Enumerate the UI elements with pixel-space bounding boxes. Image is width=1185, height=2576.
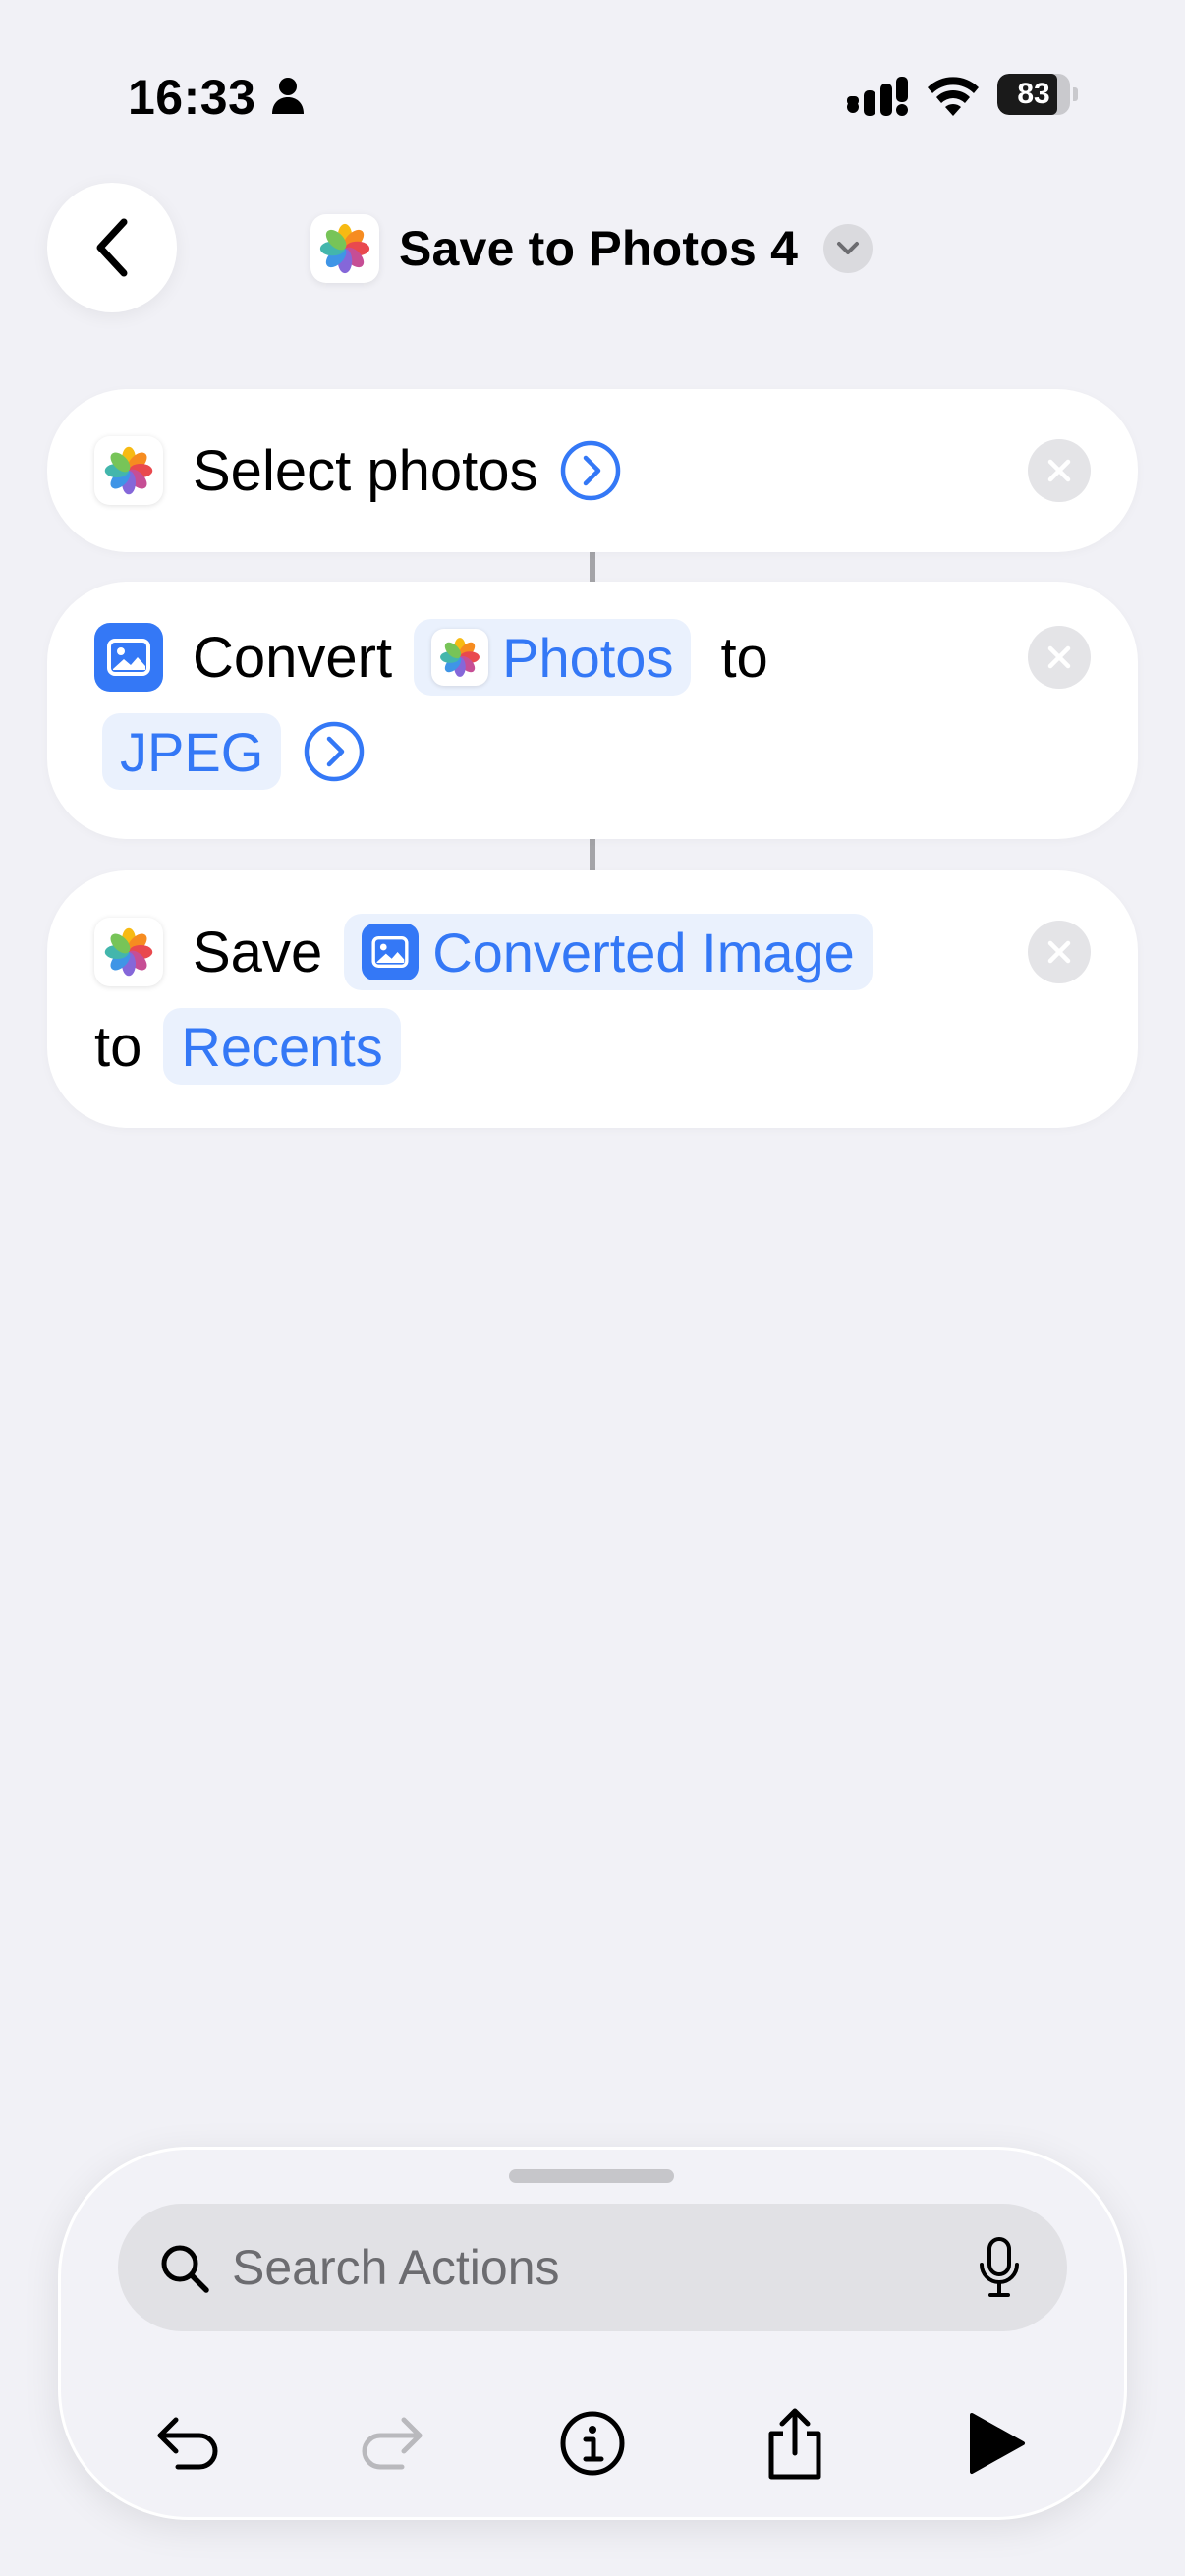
action-title: Convert (193, 625, 393, 690)
wifi-icon (928, 77, 979, 116)
chevron-right-circle-icon[interactable] (303, 720, 366, 783)
page-title: Save to Photos 4 (399, 221, 799, 276)
connector-word: to (94, 1014, 142, 1079)
person-icon (272, 78, 304, 114)
action-card-save-to-album[interactable]: Save Converted Image to Recents (47, 870, 1138, 1128)
action-connector (590, 552, 595, 582)
info-icon (560, 2411, 625, 2476)
format-token[interactable]: JPEG (102, 713, 282, 790)
action-card-select-photos[interactable]: Select photos (47, 389, 1138, 552)
status-bar: 16:33 83 (0, 0, 1185, 187)
status-time: 16:33 (128, 70, 256, 125)
photos-app-icon (94, 436, 163, 505)
search-input[interactable] (232, 2204, 979, 2331)
play-icon (970, 2413, 1025, 2474)
chevron-down-icon[interactable] (823, 224, 874, 273)
photos-app-icon (431, 629, 489, 686)
photos-app-icon (310, 214, 379, 283)
battery-level: 83 (1017, 78, 1050, 110)
connector-word: to (720, 625, 768, 690)
remove-action-button[interactable] (1028, 921, 1091, 983)
redo-icon (362, 2417, 423, 2470)
share-icon (768, 2408, 821, 2480)
search-bar[interactable] (118, 2204, 1067, 2331)
album-token[interactable]: Recents (163, 1008, 401, 1085)
close-icon (1047, 940, 1071, 964)
action-card-convert-image[interactable]: Convert Photos to JPEG (47, 582, 1138, 839)
panel-grabber[interactable] (509, 2169, 674, 2183)
microphone-icon[interactable] (977, 2237, 1022, 2298)
image-icon (362, 924, 420, 980)
photos-app-icon (94, 918, 163, 986)
redo-button[interactable] (355, 2407, 427, 2480)
action-title: Save (193, 920, 323, 984)
action-connector (590, 839, 595, 870)
input-variable-token[interactable]: Converted Image (344, 914, 873, 990)
image-icon (94, 623, 163, 692)
back-button[interactable] (47, 183, 177, 312)
close-icon (1047, 459, 1071, 482)
close-icon (1047, 645, 1071, 669)
undo-icon (157, 2417, 218, 2470)
remove-action-button[interactable] (1028, 439, 1091, 502)
undo-button[interactable] (152, 2407, 225, 2480)
info-button[interactable] (556, 2407, 629, 2480)
input-token-label: Photos (502, 626, 674, 689)
share-button[interactable] (759, 2407, 831, 2480)
chevron-right-circle-icon[interactable] (559, 439, 622, 502)
action-title: Select photos (193, 438, 538, 503)
actions-panel (61, 2150, 1124, 2517)
battery-icon: 83 (997, 74, 1078, 115)
chevron-left-icon (96, 218, 128, 277)
remove-action-button[interactable] (1028, 626, 1091, 689)
search-icon (161, 2245, 209, 2293)
run-button[interactable] (960, 2407, 1033, 2480)
input-variable-token[interactable]: Photos (414, 619, 692, 696)
shortcut-title-menu[interactable]: Save to Photos 4 (310, 214, 874, 283)
input-token-label: Converted Image (432, 921, 855, 983)
cellular-signal-icon (847, 77, 908, 116)
